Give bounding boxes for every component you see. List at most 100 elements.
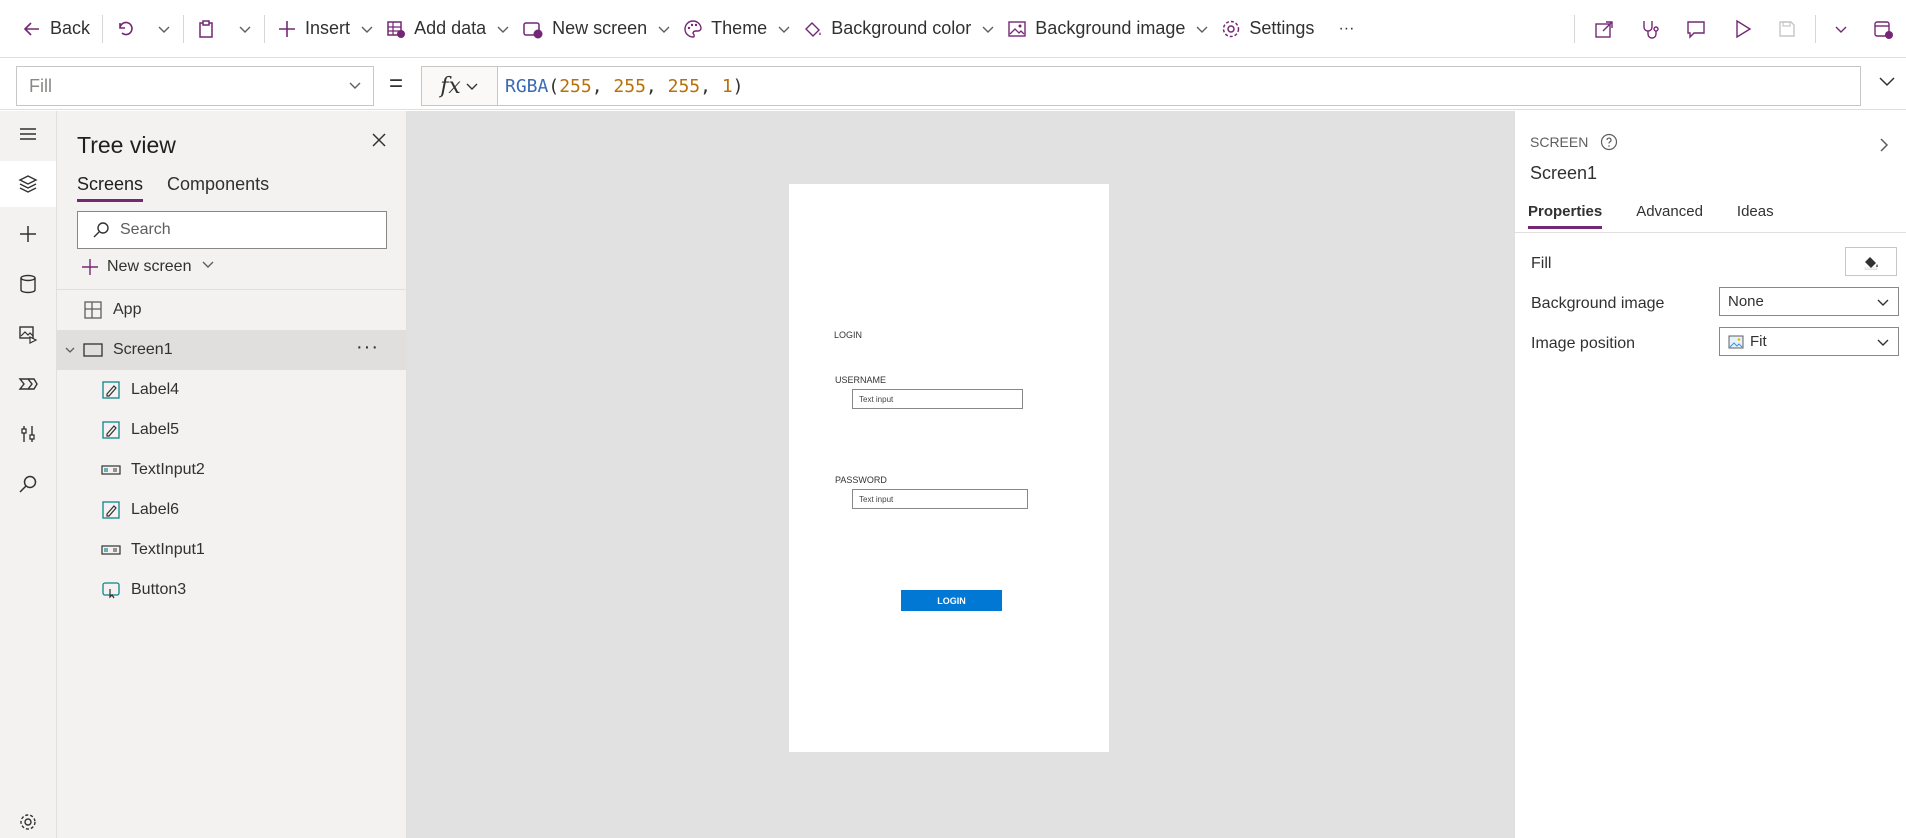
chevron-down-icon (777, 22, 791, 36)
insert-button[interactable]: Insert (271, 0, 380, 58)
undo-menu-button[interactable] (141, 0, 177, 58)
fx-icon: fx (440, 73, 461, 99)
preview-button[interactable] (1719, 0, 1765, 58)
chevron-right-icon (1880, 138, 1889, 152)
chevron-down-icon (1876, 335, 1890, 353)
text-input-icon (99, 540, 123, 560)
publish-button[interactable] (1860, 0, 1906, 58)
close-tree-view-button[interactable] (370, 131, 388, 152)
media-icon (19, 326, 38, 344)
back-button[interactable]: Back (0, 0, 96, 58)
background-image-button[interactable]: Background image (1001, 0, 1215, 58)
username-input[interactable]: Text input (852, 389, 1023, 409)
screen-icon (81, 342, 105, 358)
tree-item-app[interactable]: App (57, 290, 407, 330)
settings-button[interactable]: Settings (1215, 0, 1320, 58)
chevron-down-icon (657, 22, 671, 36)
plus-icon (277, 19, 297, 39)
chevron-down-icon (347, 77, 363, 98)
more-options-button[interactable]: ··· (356, 336, 379, 359)
gear-icon (1221, 19, 1241, 39)
palette-icon (683, 19, 703, 39)
chevron-down-icon (1876, 295, 1890, 313)
search-placeholder: Search (120, 221, 171, 238)
tree-item-button3[interactable]: Button3 (57, 570, 407, 610)
paste-button[interactable] (190, 0, 222, 58)
paint-bucket-icon (803, 19, 823, 39)
power-automate-icon (18, 378, 38, 390)
control-name[interactable]: Screen1 (1530, 163, 1597, 184)
new-screen-link[interactable]: New screen (81, 257, 215, 276)
tree-search-input[interactable]: Search (77, 211, 387, 249)
background-image-dropdown[interactable]: None (1719, 287, 1899, 316)
fill-label: Fill (1531, 255, 1552, 272)
tree-item-textinput2[interactable]: TextInput2 (57, 450, 407, 490)
password-label[interactable]: PASSWORD (835, 475, 887, 485)
media-nav-button[interactable] (0, 311, 56, 357)
tab-advanced[interactable]: Advanced (1636, 203, 1703, 229)
hamburger-menu-button[interactable] (0, 111, 56, 157)
canvas-area[interactable]: LOGIN USERNAME Text input PASSWORD Text … (407, 111, 1514, 838)
expand-formula-button[interactable] (1876, 70, 1898, 95)
data-nav-button[interactable] (0, 261, 56, 307)
chevron-down-icon[interactable] (63, 344, 77, 356)
advanced-tools-nav-button[interactable] (0, 411, 56, 457)
username-label[interactable]: USERNAME (835, 375, 886, 385)
chevron-down-icon (981, 22, 995, 36)
screen-canvas[interactable]: LOGIN USERNAME Text input PASSWORD Text … (789, 184, 1109, 752)
paint-bucket-icon (1864, 256, 1878, 270)
properties-tabs: Properties Advanced Ideas (1528, 203, 1774, 229)
tree-item-label: Label6 (131, 501, 180, 518)
function-picker-button[interactable]: fx (422, 67, 498, 105)
undo-button[interactable] (109, 0, 141, 58)
share-button[interactable] (1581, 0, 1627, 58)
tree-item-label6[interactable]: Label6 (57, 490, 407, 530)
theme-button[interactable]: Theme (677, 0, 797, 58)
play-icon (1731, 18, 1753, 40)
save-button[interactable] (1765, 0, 1809, 58)
add-data-button[interactable]: Add data (380, 0, 516, 58)
tab-ideas[interactable]: Ideas (1737, 203, 1774, 229)
background-color-button[interactable]: Background color (797, 0, 1001, 58)
comments-button[interactable] (1673, 0, 1719, 58)
tab-properties[interactable]: Properties (1528, 203, 1603, 229)
paste-menu-button[interactable] (222, 0, 258, 58)
search-nav-button[interactable] (0, 461, 56, 507)
insert-nav-button[interactable] (0, 211, 56, 257)
undo-icon (115, 19, 135, 39)
formula-open-paren: ( (548, 75, 560, 97)
tab-screens[interactable]: Screens (77, 174, 144, 202)
save-menu-button[interactable] (1822, 0, 1860, 58)
chevron-down-icon (1195, 22, 1209, 36)
tree-item-label: TextInput1 (131, 541, 205, 558)
tree-item-label: Button3 (131, 581, 187, 598)
settings-nav-button[interactable] (0, 799, 56, 838)
tree-item-label5[interactable]: Label5 (57, 410, 407, 450)
formula-input[interactable]: RGBA(255, 255, 255, 1) (505, 76, 744, 97)
comment-icon (1685, 18, 1707, 40)
tree-item-screen1[interactable]: Screen1 ··· (57, 330, 407, 370)
fill-color-picker[interactable] (1845, 247, 1897, 276)
password-input[interactable]: Text input (852, 489, 1028, 509)
tab-components[interactable]: Components (167, 174, 269, 202)
help-icon[interactable] (1600, 133, 1618, 151)
power-automate-nav-button[interactable] (0, 361, 56, 407)
tree-item-textinput1[interactable]: TextInput1 (57, 530, 407, 570)
property-dropdown[interactable]: Fill (16, 66, 374, 106)
login-title-label[interactable]: LOGIN (834, 330, 862, 340)
login-button[interactable]: LOGIN (901, 590, 1002, 611)
collapse-panel-button[interactable] (1876, 135, 1892, 158)
tree-item-label4[interactable]: Label4 (57, 370, 407, 410)
chevron-down-icon (465, 74, 479, 99)
properties-pane: SCREEN Screen1 Properties Advanced Ideas… (1514, 111, 1906, 838)
toolbar-divider (102, 14, 104, 43)
gear-icon (20, 814, 36, 830)
chevron-down-icon (238, 22, 252, 36)
app-checker-button[interactable] (1627, 0, 1673, 58)
new-screen-button[interactable]: New screen (516, 0, 677, 58)
more-commands-button[interactable]: ··· (1320, 0, 1360, 58)
chevron-down-icon (1879, 77, 1895, 87)
tree-view-nav-button[interactable] (0, 161, 56, 207)
image-position-dropdown[interactable]: Fit (1719, 327, 1899, 356)
toolbar-divider (183, 14, 185, 43)
